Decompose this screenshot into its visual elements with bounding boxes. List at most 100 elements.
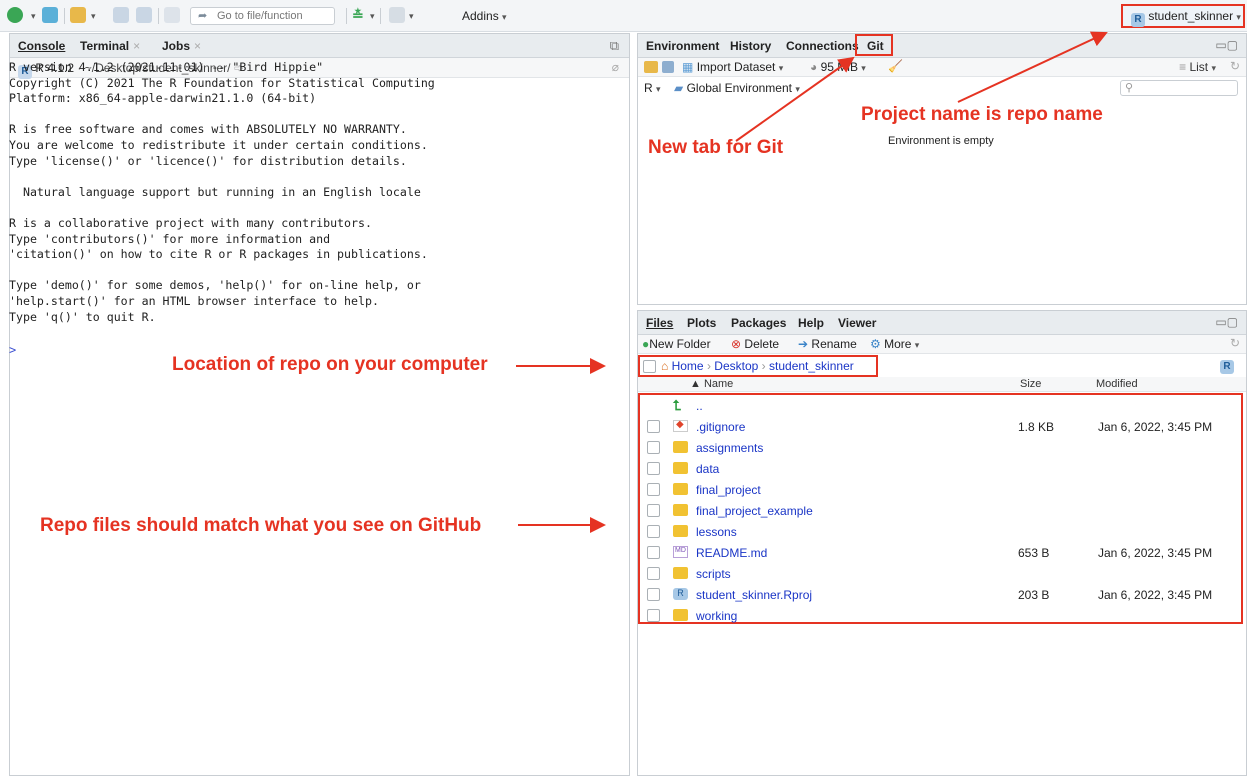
pane-layout-icon[interactable] [389,7,405,23]
new-folder-button[interactable]: ●New Folder [642,337,711,351]
pane-layout-dropdown-icon[interactable]: ▾ [409,11,414,22]
goto-file-function-input[interactable]: Go to file/function [190,7,335,25]
breadcrumb-desktop[interactable]: Desktop [714,359,758,373]
tab-environment[interactable]: Environment [646,39,719,53]
project-menu[interactable]: R student_skinner ▾ [1121,4,1245,28]
more-button[interactable]: ⚙ More ▾ [870,337,919,351]
import-dataset-button[interactable]: ▦ Import Dataset ▾ [682,60,783,74]
clear-console-icon[interactable]: ⌀ [612,60,619,74]
tab-history[interactable]: History [730,39,771,53]
file-checkbox[interactable] [647,504,660,517]
file-name-link[interactable]: scripts [696,567,731,581]
open-file-icon[interactable] [70,7,86,23]
file-name-link[interactable]: final_project [696,483,761,497]
file-checkbox[interactable] [647,546,660,559]
file-row[interactable]: final_project_example [640,500,1242,521]
breadcrumb-home[interactable]: Home [672,359,704,373]
file-checkbox[interactable] [647,609,660,622]
minimize-maximize-icon[interactable]: ▭▢ [1215,38,1238,52]
tab-console[interactable]: Console [18,39,65,53]
file-row[interactable]: assignments [640,437,1242,458]
addins-menu[interactable]: Addins ▾ [462,9,507,23]
home-icon: ⌂ [661,359,669,373]
save-workspace-icon[interactable] [662,61,674,73]
file-row[interactable]: working [640,605,1242,626]
environment-icon: ▰ [674,81,684,95]
git-commit-icon[interactable]: ≛ [352,7,364,24]
print-icon[interactable] [164,7,180,23]
tab-viewer[interactable]: Viewer [838,316,876,330]
tab-terminal[interactable]: Terminal × [80,39,140,53]
file-row[interactable]: final_project [640,479,1242,500]
save-all-icon[interactable] [136,7,152,23]
memory-usage[interactable]: ◕ 95 MiB ▾ [810,60,866,74]
file-row[interactable]: MD README.md 653 B Jan 6, 2022, 3:45 PM [640,542,1242,563]
toolbar-divider [158,8,159,24]
tab-connections[interactable]: Connections [786,39,859,53]
search-icon: ⚲ [1125,82,1134,94]
file-checkbox[interactable] [647,588,660,601]
environment-scope-bar: R ▾ ▰ Global Environment ▾ ⚲ [638,78,1246,98]
tab-plots[interactable]: Plots [687,316,716,330]
rename-button[interactable]: ➔ Rename [798,337,857,351]
select-all-checkbox[interactable] [643,360,656,373]
file-row[interactable]: Rstudent_skinner.Rproj 203 B Jan 6, 2022, … [640,584,1242,605]
file-name-link[interactable]: assignments [696,441,763,455]
file-name-link[interactable]: data [696,462,719,476]
breadcrumb-project[interactable]: student_skinner [769,359,854,373]
file-name-link[interactable]: working [696,609,737,623]
file-name-link[interactable]: lessons [696,525,737,539]
vcs-dropdown-icon[interactable]: ▾ [370,11,375,22]
files-column-header: ▲ Name Size Modified [638,377,1246,392]
tab-files[interactable]: Files [646,316,673,330]
file-modified: Jan 6, 2022, 3:45 PM [1098,546,1213,560]
broom-icon[interactable]: 🧹 [888,59,903,73]
file-checkbox[interactable] [647,525,660,538]
file-name-link[interactable]: final_project_example [696,504,813,518]
annotation-repo-files: Repo files should match what you see on … [40,515,482,536]
new-file-icon[interactable] [7,7,23,23]
tab-packages[interactable]: Packages [731,316,786,330]
load-workspace-icon[interactable] [644,61,658,73]
column-modified[interactable]: Modified [1096,378,1138,390]
close-icon[interactable]: × [133,39,140,53]
main-toolbar: ▾ ▾ Go to file/function ➦ ≛ ▾ ▾ Addins ▾… [0,0,1247,32]
refresh-icon[interactable]: ↻ [1230,336,1240,350]
file-checkbox[interactable] [647,462,660,475]
files-pane: Files Plots Packages Help Viewer ▭▢ ●New… [637,310,1247,776]
file-checkbox[interactable] [647,567,660,580]
file-checkbox[interactable] [647,420,660,433]
file-name-link[interactable]: .gitignore [696,420,745,434]
minimize-maximize-icon[interactable]: ▭▢ [1215,315,1238,329]
parent-directory-row[interactable]: ⮤ .. [640,395,1242,416]
file-name-link[interactable]: README.md [696,546,767,560]
language-selector[interactable]: R ▾ [644,81,661,95]
parent-directory-link[interactable]: .. [696,399,703,413]
file-checkbox[interactable] [647,441,660,454]
file-checkbox[interactable] [647,483,660,496]
file-row[interactable]: lessons [640,521,1242,542]
file-name-link[interactable]: student_skinner.Rproj [696,588,812,602]
column-size[interactable]: Size [1020,378,1041,390]
table-icon: ▦ [682,60,694,74]
go-to-project-icon[interactable]: R [1220,360,1234,374]
file-size: 203 B [1018,588,1050,602]
new-project-icon[interactable] [42,7,58,23]
file-row[interactable]: ◆ .gitignore 1.8 KB Jan 6, 2022, 3:45 PM [640,416,1242,437]
maximize-icon[interactable]: ⧉ [610,38,619,54]
file-row[interactable]: scripts [640,563,1242,584]
file-row[interactable]: data [640,458,1242,479]
tab-jobs[interactable]: Jobs × [162,39,201,53]
environment-search-input[interactable]: ⚲ [1120,80,1238,96]
close-icon[interactable]: × [194,39,201,53]
new-file-dropdown-icon[interactable]: ▾ [31,11,36,22]
open-file-dropdown-icon[interactable]: ▾ [91,11,96,22]
console-prompt[interactable]: > [9,343,16,357]
view-mode-list[interactable]: ≡ List ▾ [1179,60,1216,74]
tab-help[interactable]: Help [798,316,824,330]
column-name[interactable]: ▲ Name [690,378,733,390]
save-icon[interactable] [113,7,129,23]
global-environment-selector[interactable]: ▰ Global Environment ▾ [674,81,800,95]
refresh-icon[interactable]: ↻ [1230,59,1240,73]
delete-button[interactable]: ⊗ Delete [731,337,779,351]
